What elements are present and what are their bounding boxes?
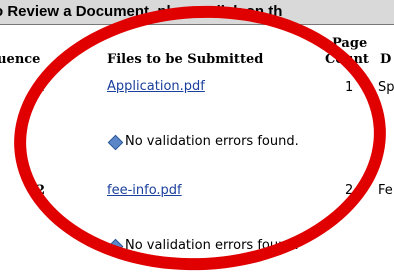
row-2-validation-message: No validation errors found.	[107, 238, 299, 255]
header-sequence: quence	[0, 52, 41, 67]
row-1-validation-message: No validation errors found.	[107, 134, 299, 151]
row-1-page-count: 1	[345, 80, 354, 95]
row-1-description: Sp	[378, 80, 394, 95]
header-files-to-be-submitted: Files to be Submitted	[107, 52, 264, 67]
row-2-description: Fe	[378, 183, 393, 198]
validation-diamond-icon	[107, 238, 124, 255]
file-link-fee-info[interactable]: fee-info.pdf	[107, 183, 182, 198]
row-2-page-count: 2	[345, 183, 354, 198]
row-2-sequence: 2	[36, 183, 46, 198]
validation-text: No validation errors found.	[125, 134, 299, 149]
file-link-application[interactable]: Application.pdf	[107, 79, 205, 94]
header-page-count-line1: Page	[332, 36, 368, 51]
banner-text: o Review a Document, please click on th	[0, 3, 283, 20]
header-page-count-line2: Count	[325, 52, 369, 67]
header-description: D	[380, 52, 392, 67]
validation-text: No validation errors found.	[125, 238, 299, 253]
instruction-banner: o Review a Document, please click on th	[0, 0, 394, 25]
row-1-sequence: 1	[36, 80, 46, 95]
validation-diamond-icon	[107, 134, 124, 151]
